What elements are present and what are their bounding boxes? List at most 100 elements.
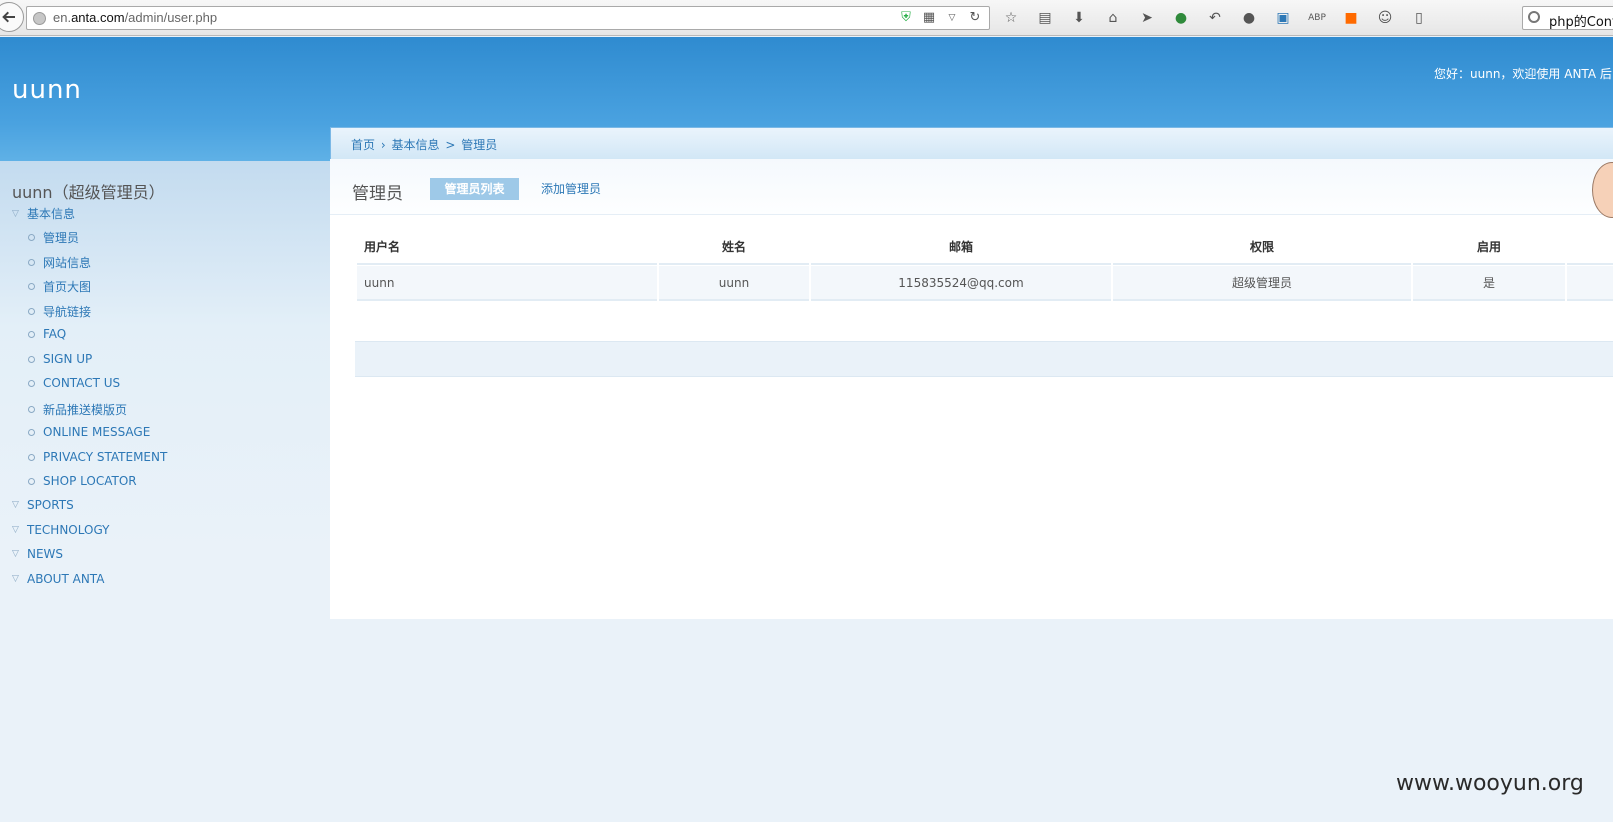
sidebar-item-shop-locator[interactable]: SHOP LOCATOR [28,474,137,488]
breadcrumb-separator: > [445,138,456,152]
browser-toolbar: en.anta.com/admin/user.php ⛨ ▦ ▽ ↻ ☆ ▤ ⬇… [0,0,1613,36]
page-title: 管理员 [352,184,403,204]
column-header-enabled: 启用 [1413,229,1565,265]
table-footer-bar [355,341,1613,377]
sidebar-item-admin[interactable]: 管理员 [28,229,79,246]
sidebar: uunn（超级管理员） ▽ 基本信息 管理员 网站信息 首页大图 导航链接 FA… [0,161,330,822]
sidebar-group-label: SPORTS [27,498,74,512]
content-header: 管理员 管理员列表 添加管理员 [330,159,1613,215]
sidebar-item-contact-us[interactable]: CONTACT US [28,376,120,390]
sidebar-group-label: NEWS [27,547,64,561]
extension-green-icon[interactable]: ● [1170,7,1192,29]
sidebar-item-faq[interactable]: FAQ [28,327,66,341]
globe-icon [33,12,46,25]
url-bar[interactable]: en.anta.com/admin/user.php ⛨ ▦ ▽ ↻ [26,6,990,30]
circle-bullet-icon [28,355,35,363]
sidebar-item-label: SIGN UP [43,352,93,366]
cell-username: uunn [357,265,657,301]
home-icon[interactable]: ⌂ [1102,7,1124,29]
search-input[interactable]: php的Conte [1522,6,1613,30]
reading-list-icon[interactable]: ▤ [1034,7,1056,29]
column-header-email: 邮箱 [811,229,1111,265]
sidebar-item-privacy-statement[interactable]: PRIVACY STATEMENT [28,450,167,464]
cell-enabled: 是 [1413,265,1565,301]
welcome-text: 您好：uunn，欢迎使用 ANTA 后台 [1434,67,1613,81]
sidebar-item-label: 网站信息 [43,256,92,270]
sidebar-item-label: PRIVACY STATEMENT [43,450,168,464]
column-header-name: 姓名 [659,229,809,265]
cell-permission: 超级管理员 [1113,265,1411,301]
device-icon[interactable]: ▯ [1408,7,1430,29]
user-icon[interactable]: ● [1238,7,1260,29]
circle-bullet-icon [28,308,35,315]
admin-table: 用户名 姓名 邮箱 权限 启用 uunn uunn 115835524@qq.c… [355,229,1613,301]
circle-bullet-icon [28,406,35,413]
sidebar-group-technology[interactable]: ▽ TECHNOLOGY [12,523,109,537]
send-icon[interactable]: ➤ [1136,7,1158,29]
circle-bullet-icon [28,379,35,387]
sidebar-item-label: CONTACT US [43,376,121,390]
breadcrumb: 首页 › 基本信息 > 管理员 [330,127,1613,159]
breadcrumb-separator: › [380,138,386,152]
column-header-username: 用户名 [357,229,657,265]
chat-icon[interactable]: ☺ [1374,7,1396,29]
search-icon [1528,11,1540,23]
arrow-left-icon [2,11,16,23]
dropdown-arrow-icon[interactable]: ▽ [944,10,960,26]
url-text[interactable]: en.anta.com/admin/user.php [53,10,217,25]
cell-extra [1567,265,1613,301]
circle-bullet-icon [28,234,35,241]
column-header-extra [1567,229,1613,265]
sidebar-item-site-info[interactable]: 网站信息 [28,254,91,271]
triangle-down-icon: ▽ [12,500,19,510]
breadcrumb-section[interactable]: 基本信息 [391,138,439,152]
column-header-permission: 权限 [1113,229,1411,265]
sidebar-item-label: 导航链接 [43,305,92,319]
triangle-down-icon: ▽ [12,208,19,219]
sidebar-item-label: FAQ [43,327,67,341]
sidebar-item-online-message[interactable]: ONLINE MESSAGE [28,425,150,439]
back-button[interactable] [0,2,24,32]
sidebar-item-new-product-template[interactable]: 新品推送模版页 [28,401,127,418]
table-header-row: 用户名 姓名 邮箱 权限 启用 [357,229,1613,265]
sidebar-item-home-banner[interactable]: 首页大图 [28,278,91,295]
undo-icon[interactable]: ↶ [1204,7,1226,29]
circle-bullet-icon [28,477,35,485]
tab-admin-list[interactable]: 管理员列表 [430,178,519,200]
breadcrumb-home[interactable]: 首页 [351,138,375,152]
sidebar-item-label: 管理员 [43,231,80,245]
sidebar-group-about-anta[interactable]: ▽ ABOUT ANTA [12,572,104,586]
qr-code-icon[interactable]: ▦ [921,10,937,26]
download-icon[interactable]: ⬇ [1068,7,1090,29]
circle-bullet-icon [28,283,35,290]
circle-bullet-icon [28,259,35,266]
translate-icon[interactable]: ▣ [1272,7,1294,29]
search-text: php的Conte [1549,15,1613,30]
taobao-icon[interactable]: ■ [1340,7,1362,29]
cell-name: uunn [659,265,809,301]
sidebar-group-sports[interactable]: ▽ SPORTS [12,498,74,512]
circle-bullet-icon [28,330,35,338]
table-row: uunn uunn 115835524@qq.com 超级管理员 是 [357,265,1613,301]
bookmark-star-icon[interactable]: ☆ [1000,7,1022,29]
sidebar-group-news[interactable]: ▽ NEWS [12,547,63,561]
sidebar-item-nav-links[interactable]: 导航链接 [28,303,91,320]
logo: uunn [12,75,82,105]
breadcrumb-current: 管理员 [461,138,498,152]
triangle-down-icon: ▽ [12,549,19,559]
shield-icon[interactable]: ⛨ [898,10,914,26]
sidebar-group-label: ABOUT ANTA [27,572,105,586]
reload-icon[interactable]: ↻ [967,10,983,26]
user-heading: uunn（超级管理员） [12,183,165,202]
sidebar-item-label: 新品推送模版页 [43,403,128,417]
sidebar-item-sign-up[interactable]: SIGN UP [28,352,92,366]
triangle-down-icon: ▽ [12,574,19,584]
tab-add-admin[interactable]: 添加管理员 [541,180,601,197]
circle-bullet-icon [28,428,35,436]
sidebar-group-basic-info[interactable]: ▽ 基本信息 [12,205,75,222]
triangle-down-icon: ▽ [12,525,19,535]
sidebar-item-label: SHOP LOCATOR [43,474,137,488]
watermark: www.wooyun.org [1396,771,1584,796]
cell-email: 115835524@qq.com [811,265,1111,301]
adblock-icon[interactable]: ABP [1306,7,1328,29]
